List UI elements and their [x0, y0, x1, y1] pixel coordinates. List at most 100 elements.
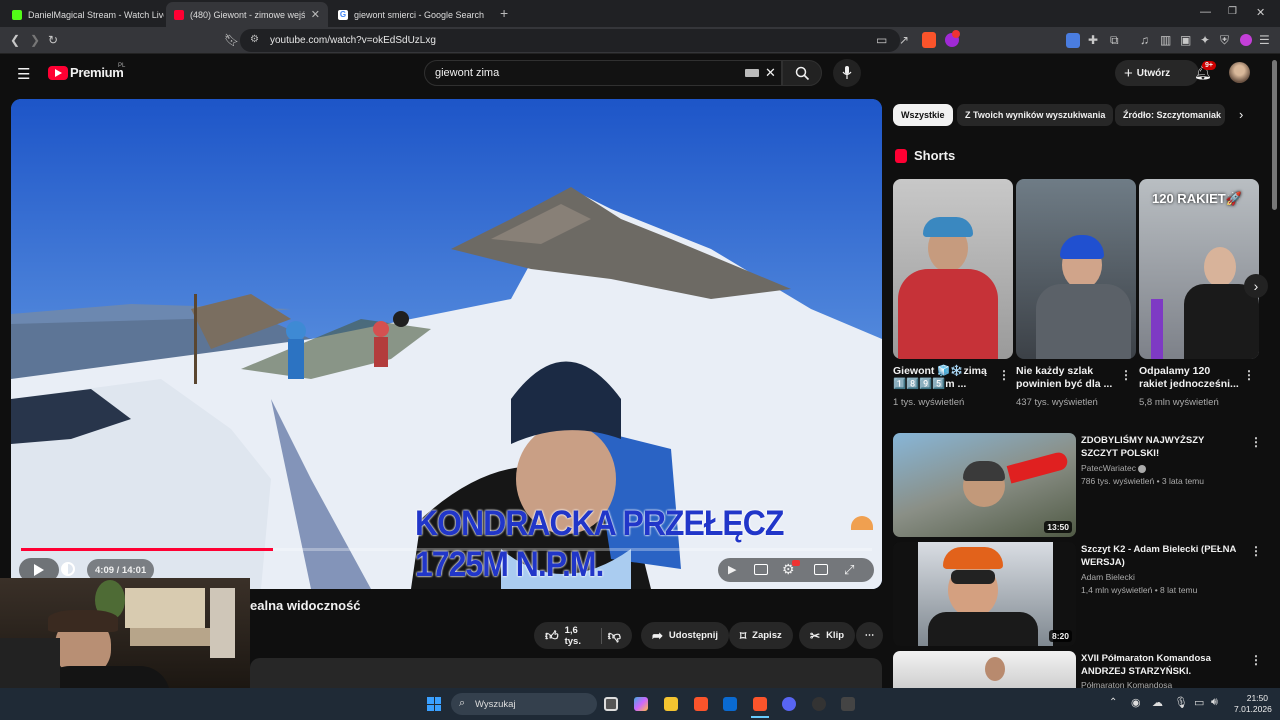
related-video-title[interactable]: ZDOBYLIŚMY NAJWYŻSZY SZCZYT POLSKI! — [1081, 434, 1241, 460]
video-thumbnail[interactable]: 13:50 — [893, 433, 1076, 537]
new-tab-button[interactable]: + — [500, 5, 508, 21]
short-menu-icon[interactable]: ⋮ — [1120, 368, 1132, 382]
channel-name[interactable]: PatecWariatec — [1081, 463, 1147, 473]
media-icon[interactable]: ♫ — [1140, 34, 1149, 46]
video-menu-icon[interactable]: ⋮ — [1250, 544, 1262, 558]
channel-name[interactable]: Adam Bielecki — [1081, 572, 1135, 582]
browser-tab-active[interactable]: (480) Giewont - zimowe wejście ✕ — [166, 2, 328, 27]
like-count[interactable]: 1,6 tys. — [565, 625, 589, 647]
youtube-logo-icon[interactable] — [48, 66, 68, 80]
subtitles-icon[interactable] — [754, 564, 768, 575]
short-title[interactable]: Giewont 🧊❄️zimą 1️⃣8️⃣9️⃣5️⃣m ... — [893, 365, 993, 391]
like-icon[interactable]: 👍︎ — [545, 628, 559, 644]
leo-icon[interactable]: ✦ — [1200, 34, 1210, 46]
start-windows-icon[interactable] — [427, 697, 441, 711]
chevron-right-icon[interactable]: › — [1239, 107, 1243, 122]
discord-icon[interactable] — [782, 697, 796, 711]
video-menu-icon[interactable]: ⋮ — [1250, 435, 1262, 449]
wallet-icon[interactable]: ▣ — [1180, 34, 1191, 46]
video-thumbnail[interactable] — [893, 651, 1076, 688]
task-view-icon[interactable] — [604, 697, 618, 711]
voice-search-button[interactable] — [833, 59, 861, 87]
video-thumbnail[interactable]: 8:20 — [893, 542, 1076, 646]
description-box[interactable] — [250, 658, 882, 688]
chip-source[interactable]: Źródło: Szczytomaniak — [1115, 104, 1225, 126]
shorts-next-button[interactable]: › — [1244, 274, 1268, 298]
shorts-heading: Shorts — [914, 148, 956, 163]
brave-shield-icon[interactable] — [922, 32, 936, 48]
chip-all[interactable]: Wszystkie — [893, 104, 953, 126]
theater-mode-icon[interactable] — [814, 564, 828, 575]
store-icon[interactable] — [723, 697, 737, 711]
create-button[interactable]: + Utwórz — [1115, 60, 1199, 86]
address-bar[interactable]: ⚙ youtube.com/watch?v=okEdSdUzLxg — [240, 29, 900, 52]
short-title[interactable]: Odpalamy 120 rakiet jednocześni... — [1139, 365, 1239, 391]
share-icon[interactable]: ↗ — [899, 34, 909, 46]
short-menu-icon[interactable]: ⋮ — [998, 368, 1010, 382]
premium-logo-text[interactable]: Premium — [70, 65, 124, 80]
short-thumbnail[interactable] — [1016, 179, 1136, 359]
back-icon[interactable]: ❮ — [10, 34, 20, 46]
browser-tab[interactable]: G giewont smierci - Google Search — [330, 2, 496, 27]
search-input[interactable]: giewont zima — [435, 67, 499, 79]
vpn-icon[interactable]: ⛨ — [1220, 34, 1229, 46]
site-info-icon[interactable]: ⚙ — [250, 34, 259, 45]
short-thumbnail[interactable]: 120 RAKIET🚀 — [1139, 179, 1259, 359]
extensions-menu-icon[interactable]: ⧉ — [1110, 34, 1119, 46]
browser-tab[interactable]: DanielMagical Stream - Watch Live o — [4, 2, 164, 27]
related-video-title[interactable]: XVII Półmaraton Komandosa ANDRZEJ STARZY… — [1081, 652, 1241, 678]
short-title[interactable]: Nie każdy szlak powinien być dla ... — [1016, 365, 1116, 391]
extension-icon[interactable] — [1066, 33, 1080, 48]
close-tab-icon[interactable]: ✕ — [305, 8, 320, 21]
file-explorer-icon[interactable] — [664, 697, 678, 711]
autoplay-icon[interactable]: ▶ — [728, 563, 736, 576]
minimize-button[interactable]: — — [1200, 6, 1211, 18]
chip-from-search[interactable]: Z Twoich wyników wyszukiwania — [957, 104, 1114, 126]
puzzle-icon[interactable]: ✚ — [1088, 34, 1098, 46]
app-icon[interactable] — [841, 697, 855, 711]
obs-icon[interactable] — [812, 697, 826, 711]
maximize-button[interactable]: ❐ — [1228, 6, 1237, 17]
tray-mic-icon[interactable]: 🎙︎ — [1174, 696, 1188, 709]
video-menu-icon[interactable]: ⋮ — [1250, 653, 1262, 667]
avatar[interactable] — [1229, 62, 1250, 83]
share-button[interactable]: ➦ Udostępnij — [641, 622, 729, 649]
taskbar-clock[interactable]: 21:50 7.01.2026 — [1234, 693, 1272, 715]
tray-app-icon[interactable]: ◉ — [1131, 696, 1141, 709]
search-button[interactable] — [782, 60, 822, 86]
dislike-icon[interactable]: 👎︎ — [608, 628, 621, 644]
page-scrollbar[interactable] — [1272, 60, 1277, 210]
save-label: Zapisz — [752, 630, 782, 641]
tray-monitor-icon[interactable]: ▭ — [1194, 696, 1204, 709]
search-box[interactable]: giewont zima ✕ — [424, 60, 782, 86]
progress-track[interactable] — [21, 548, 872, 551]
close-window-button[interactable]: ✕ — [1256, 6, 1265, 19]
progress-fill — [21, 548, 273, 551]
more-actions-button[interactable]: ⋯ — [856, 622, 883, 649]
short-thumbnail[interactable] — [893, 179, 1013, 359]
tray-chevron-icon[interactable]: ⌃ — [1109, 697, 1117, 708]
brave-browser-icon[interactable] — [694, 697, 708, 711]
cast-icon[interactable]: ▭ — [876, 34, 887, 46]
clip-button[interactable]: ✂ Klip — [799, 622, 856, 649]
fullscreen-icon[interactable]: ⤢ — [844, 562, 854, 578]
reload-icon[interactable]: ↻ — [48, 34, 58, 46]
volume-icon[interactable] — [61, 562, 75, 576]
keyboard-icon[interactable] — [745, 69, 759, 77]
browser-menu-icon[interactable]: ☰ — [1259, 34, 1270, 46]
tray-cloud-icon[interactable]: ☁ — [1152, 696, 1163, 709]
video-player[interactable]: KONDRACKA PRZEŁĘCZ 1725M N.P.M. 4:09 / 1… — [11, 99, 882, 589]
save-button[interactable]: ⌑ Zapisz — [729, 622, 793, 649]
menu-icon[interactable]: ☰ — [17, 65, 30, 83]
forward-icon[interactable]: ❯ — [30, 34, 40, 46]
copilot-icon[interactable] — [634, 697, 648, 711]
tray-volume-icon[interactable]: 🔊︎ — [1211, 696, 1218, 709]
clear-search-icon[interactable]: ✕ — [765, 65, 776, 81]
bookmark-icon[interactable]: 🔖︎ — [224, 34, 239, 46]
related-video-title[interactable]: Szczyt K2 - Adam Bielecki (PEŁNA WERSJA) — [1081, 543, 1241, 569]
sidebar-icon[interactable]: ▥ — [1160, 34, 1171, 46]
taskbar-search-box[interactable]: ⌕ Wyszukaj — [451, 693, 597, 715]
profile-icon[interactable] — [1240, 34, 1252, 46]
short-menu-icon[interactable]: ⋮ — [1243, 368, 1255, 382]
brave-active-icon[interactable] — [753, 697, 767, 711]
